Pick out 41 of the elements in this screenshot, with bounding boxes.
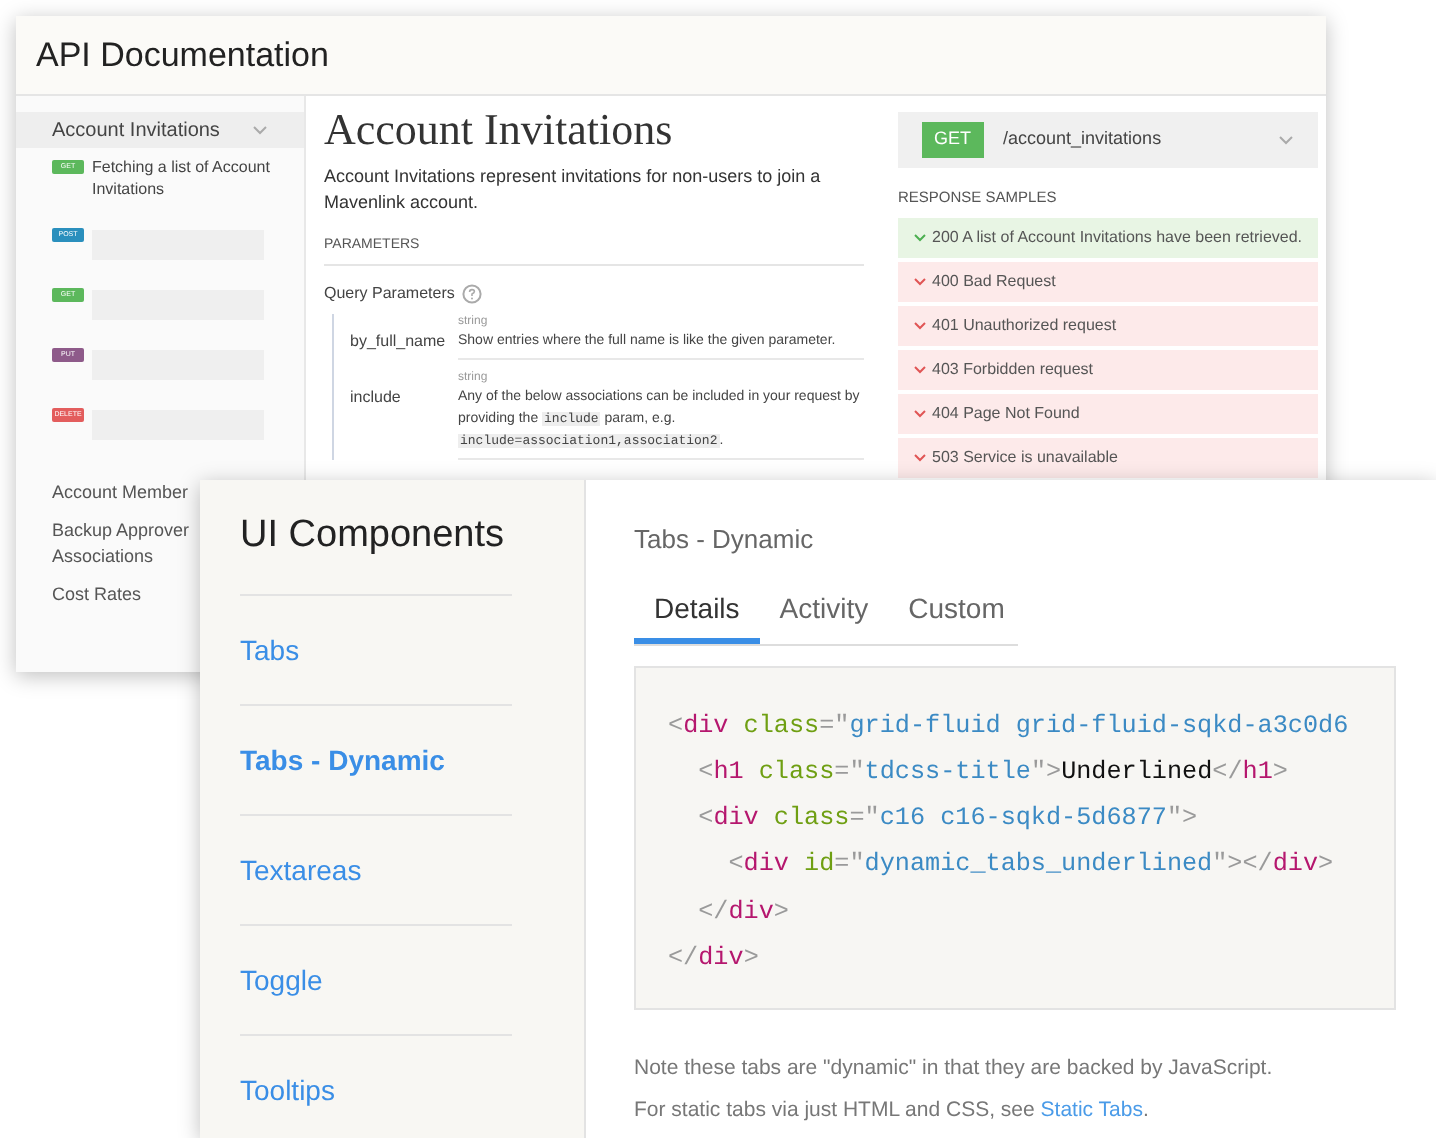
window-title: API Documentation (36, 33, 329, 78)
code-line: </div> (696, 895, 791, 930)
endpoint-selector[interactable]: GET /account_invitations (898, 112, 1319, 168)
tab[interactable]: Details (634, 587, 760, 643)
chevron-icon (914, 322, 926, 330)
code-line: <div class="c16 c16-sqkd-5d6877"> (696, 802, 1200, 837)
response-sample[interactable]: 200 A list of Account Invitations have been retrieved. (898, 218, 1319, 258)
response-sample[interactable]: 503 Service is unavailable (898, 438, 1319, 478)
response-sample[interactable]: 400 Bad Request (898, 262, 1319, 302)
param-name: by_full_name (348, 329, 448, 351)
subsection-label: Query Parameters (324, 281, 455, 305)
tab[interactable]: Activity (759, 587, 889, 643)
sidebar-section[interactable]: Account Invitations (16, 112, 304, 148)
sidebar-title: UI Components (240, 480, 512, 596)
code-line: <div id="dynamic_tabs_underlined"></div> (726, 848, 1336, 883)
response-sample[interactable]: 404 Page Not Found (898, 394, 1319, 434)
help-icon[interactable] (462, 283, 483, 303)
sidebar-item[interactable]: Backup Approver Associations (52, 518, 196, 570)
note-text: Note these tabs are "dynamic" in that they are backed by JavaScript. (634, 1053, 1275, 1083)
sidebar-item[interactable]: Account Member (52, 480, 189, 506)
code-line: </div> (668, 941, 761, 976)
chevron-icon (914, 410, 926, 418)
endpoint-path: /account_invitations (1003, 126, 1164, 153)
chevron-icon (914, 278, 926, 286)
chevron-icon (1278, 134, 1295, 146)
response-sample[interactable]: 401 Unauthorized request (898, 306, 1319, 346)
response-sample[interactable]: 403 Forbidden request (898, 350, 1319, 390)
code-line: <h1 class="tdcss-title">Underlined</h1> (696, 755, 1290, 790)
page-heading: Account Invitations (324, 104, 675, 156)
method-badge: GET (922, 122, 984, 158)
chevron-icon (914, 454, 926, 462)
tab[interactable]: Custom (888, 587, 1025, 643)
page-description: Account Invitations represent invitations for non-users to join a Mavenlink account. (324, 164, 823, 216)
endpoint-link[interactable]: Fetching a list of Account Invitations (92, 156, 272, 200)
param-name: include (348, 385, 403, 407)
chevron-icon (914, 366, 926, 374)
sidebar-item[interactable]: Cost Rates (52, 582, 142, 608)
code-line: <div class="grid-fluid grid-fluid-sqkd-a3c0d6 (668, 709, 1351, 743)
page-title: Tabs - Dynamic (634, 522, 816, 558)
note-text: For static tabs via just HTML and CSS, see Static Tabs. (634, 1096, 1151, 1127)
chevron-icon (914, 234, 926, 242)
